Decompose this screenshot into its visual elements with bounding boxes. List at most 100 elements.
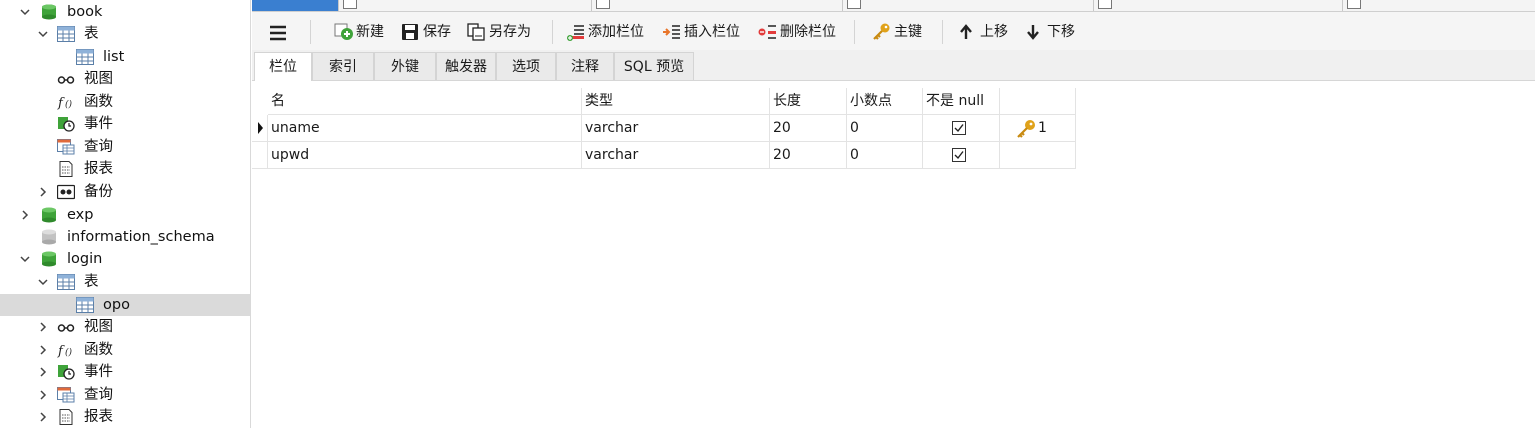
tab-indexes[interactable]: 索引 [312,52,374,80]
tree-item-tables[interactable]: 表 [0,23,250,45]
move-down-button[interactable]: 下移 [1025,20,1081,44]
move-down-label: 下移 [1047,24,1075,40]
field-key-cell[interactable] [1000,142,1076,169]
tree-item-functions[interactable]: f() 函数 [0,339,250,361]
insert-field-icon [663,25,680,39]
navigation-tree: book 表 list 视图 f() 函数 事件 查询 报表 备份 exp in… [0,0,251,428]
insert-field-button[interactable]: 插入栏位 [662,20,750,44]
delete-field-icon [758,25,776,39]
field-key-cell[interactable]: 1 [1000,115,1076,142]
tab-fields[interactable]: 栏位 [254,52,312,81]
document-tab[interactable] [843,0,1094,11]
field-not-null-cell[interactable] [923,115,1000,142]
document-tab[interactable] [1094,0,1343,11]
tree-item-label: 查询 [84,139,113,155]
tree-item-label: 视图 [84,71,113,87]
chevron-right-icon[interactable] [36,181,50,203]
document-tab[interactable] [252,0,339,11]
chevron-down-icon[interactable] [36,23,50,45]
column-header-key[interactable] [1000,88,1076,115]
tab-comments[interactable]: 注释 [556,52,614,80]
chevron-right-icon[interactable] [36,384,50,406]
toolbar-divider [310,20,311,44]
field-decimals-cell[interactable]: 0 [847,142,923,169]
move-up-label: 上移 [980,24,1008,40]
tree-item-events[interactable]: 事件 [0,113,250,135]
field-name-cell[interactable]: upwd [268,142,582,169]
move-up-button[interactable]: 上移 [958,20,1014,44]
tree-item-views[interactable]: 视图 [0,68,250,90]
primary-key-button[interactable]: 主键 [872,20,930,44]
new-button[interactable]: 新建 [334,20,392,44]
not-null-checkbox[interactable] [952,148,966,162]
query-icon [57,139,75,155]
chevron-down-icon[interactable] [36,271,50,293]
document-tab[interactable] [592,0,843,11]
add-field-button[interactable]: 添加栏位 [566,20,654,44]
tree-item-exp[interactable]: exp [0,204,250,226]
field-name-cell[interactable]: uname [268,115,582,142]
checkmark-icon [954,124,964,133]
field-length-cell[interactable]: 20 [770,115,847,142]
query-icon [57,387,75,403]
column-header-length[interactable]: 长度 [770,88,847,115]
menu-button[interactable] [268,20,288,44]
chevron-down-icon[interactable] [18,1,32,23]
key-order: 1 [1038,120,1047,136]
document-tab[interactable] [1343,0,1535,11]
tree-item-reports[interactable]: 报表 [0,406,250,428]
new-icon [334,23,353,40]
chevron-right-icon[interactable] [36,361,50,383]
not-null-checkbox[interactable] [952,121,966,135]
glasses-icon [57,324,75,332]
save-as-icon [467,23,485,41]
field-type-cell[interactable]: varchar [582,115,770,142]
tree-item-reports[interactable]: 报表 [0,158,250,180]
tree-item-table-list[interactable]: list [0,46,250,68]
column-header-name[interactable]: 名 [268,88,582,115]
column-header-decimals[interactable]: 小数点 [847,88,923,115]
tree-item-information-schema[interactable]: information_schema [0,226,250,248]
toolbar-divider [854,20,855,44]
chevron-right-icon[interactable] [36,406,50,428]
row-indicator [252,115,268,142]
tree-item-backups[interactable]: 备份 [0,181,250,203]
field-type-cell[interactable]: varchar [582,142,770,169]
tree-item-events[interactable]: 事件 [0,361,250,383]
save-as-button[interactable]: 另存为 [467,20,541,44]
tree-item-book[interactable]: book [0,1,250,23]
database-icon [42,229,56,245]
designer-tabs: 栏位 索引 外键 触发器 选项 注释 SQL 预览 [252,50,1535,81]
column-header-not-null[interactable]: 不是 null [923,88,1000,115]
report-icon [59,409,73,425]
primary-key-label: 主键 [894,24,922,40]
chevron-right-icon[interactable] [36,316,50,338]
tab-sql-preview[interactable]: SQL 预览 [614,52,694,80]
tree-item-queries[interactable]: 查询 [0,136,250,158]
field-not-null-cell[interactable] [923,142,1000,169]
chevron-down-icon[interactable] [18,248,32,270]
save-as-label: 另存为 [489,24,531,40]
database-icon [42,207,56,223]
document-tab[interactable] [339,0,592,11]
tab-foreign-keys[interactable]: 外键 [374,52,436,80]
column-header-type[interactable]: 类型 [582,88,770,115]
chevron-right-icon[interactable] [18,204,32,226]
tree-item-functions[interactable]: f() 函数 [0,91,250,113]
save-button[interactable]: 保存 [401,20,459,44]
tree-item-login[interactable]: login [0,248,250,270]
tree-item-tables[interactable]: 表 [0,271,250,293]
tab-triggers[interactable]: 触发器 [436,52,496,80]
save-icon [402,24,418,40]
function-icon: f() [57,96,73,110]
tree-item-table-opo[interactable]: opo [0,294,250,316]
chevron-right-icon[interactable] [36,339,50,361]
delete-field-button[interactable]: 删除栏位 [758,20,846,44]
tree-item-views[interactable]: 视图 [0,316,250,338]
tree-item-queries[interactable]: 查询 [0,384,250,406]
tab-options[interactable]: 选项 [496,52,556,80]
field-length-cell[interactable]: 20 [770,142,847,169]
field-decimals-cell[interactable]: 0 [847,115,923,142]
backup-icon [57,184,75,200]
checkmark-icon [954,151,964,160]
